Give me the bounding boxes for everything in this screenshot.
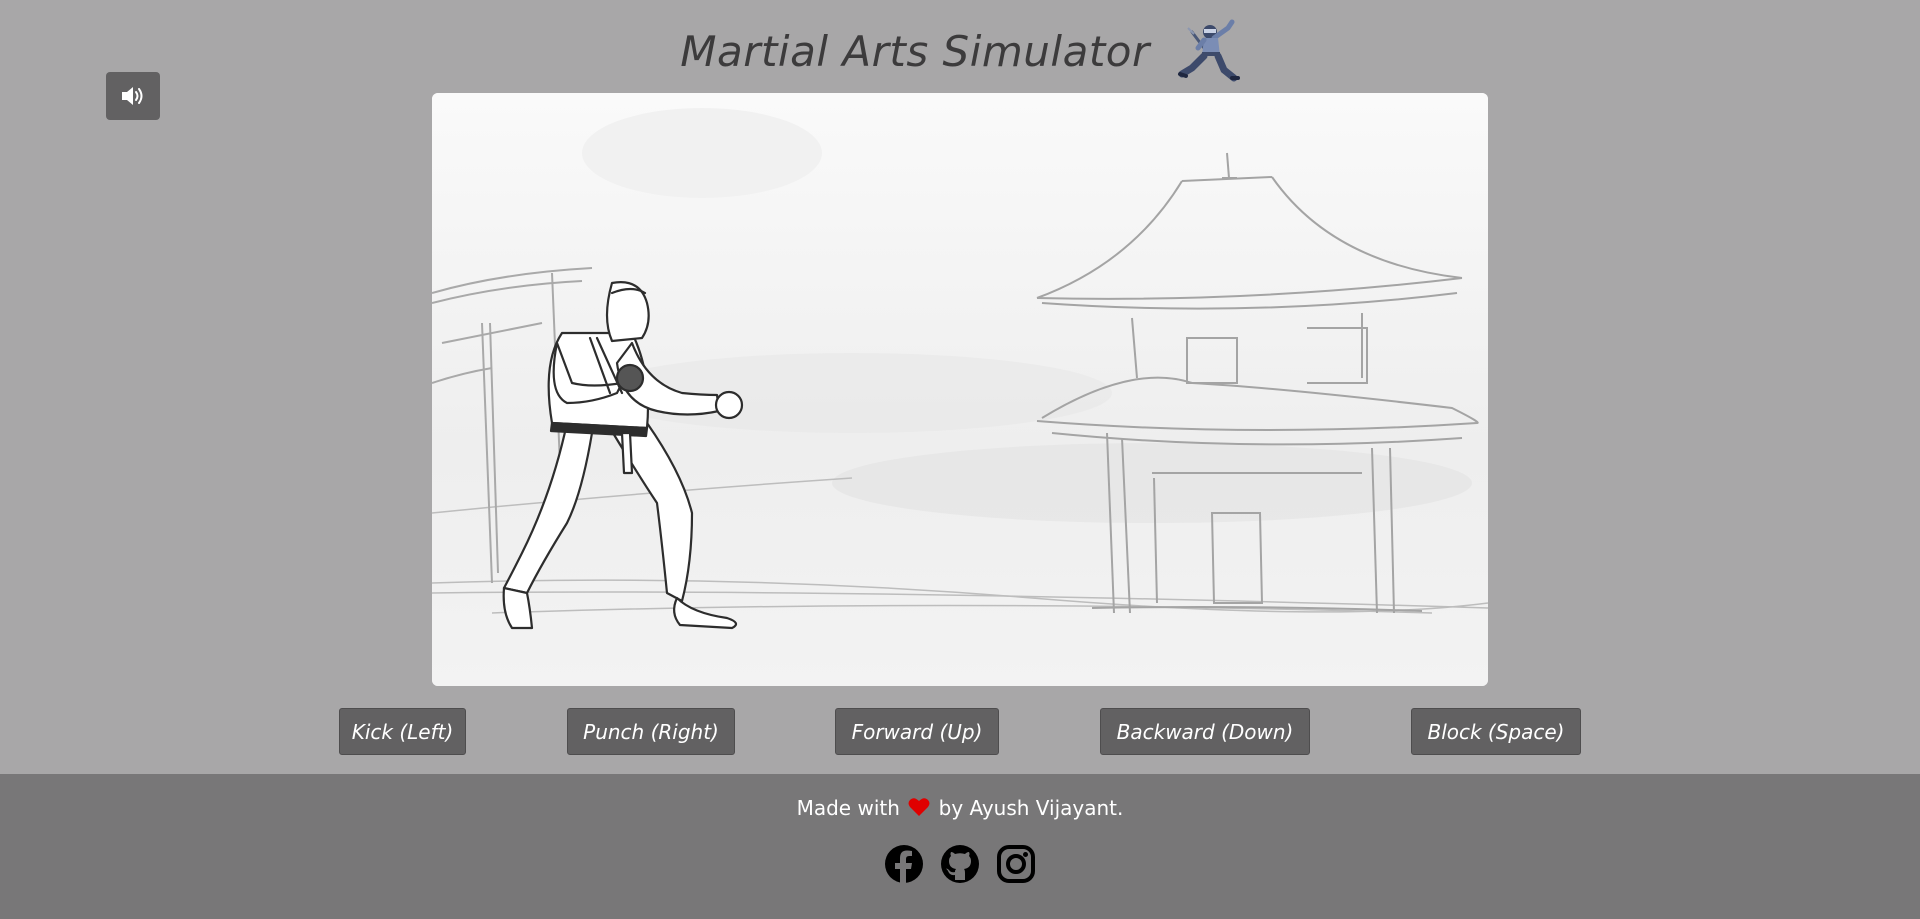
cloud-smudge bbox=[582, 108, 822, 198]
social-links bbox=[0, 844, 1920, 884]
volume-icon bbox=[122, 87, 143, 105]
forward-button[interactable]: Forward (Up) bbox=[835, 708, 999, 755]
punch-button[interactable]: Punch (Right) bbox=[567, 708, 735, 755]
facebook-icon[interactable] bbox=[884, 844, 924, 884]
kick-button[interactable]: Kick (Left) bbox=[339, 708, 466, 755]
sound-toggle-button[interactable] bbox=[106, 72, 160, 120]
heart-icon bbox=[908, 798, 930, 816]
page-title: Martial Arts Simulator bbox=[680, 26, 1150, 76]
game-scene bbox=[432, 93, 1488, 686]
made-with-prefix: Made with bbox=[796, 796, 900, 820]
block-button[interactable]: Block (Space) bbox=[1411, 708, 1581, 755]
instagram-icon[interactable] bbox=[996, 844, 1036, 884]
github-icon[interactable] bbox=[940, 844, 980, 884]
mist-smudge bbox=[832, 443, 1472, 523]
made-with-suffix: by Ayush Vijayant. bbox=[938, 796, 1124, 820]
page: Martial Arts Simulator Kick (Left) Punch… bbox=[0, 0, 1920, 919]
backward-button[interactable]: Backward (Down) bbox=[1100, 708, 1310, 755]
game-stage[interactable] bbox=[432, 93, 1488, 686]
header: Martial Arts Simulator bbox=[0, 18, 1920, 84]
made-with-text: Made with by Ayush Vijayant. bbox=[0, 796, 1920, 820]
controls-bar: Kick (Left) Punch (Right) Forward (Up) B… bbox=[0, 708, 1920, 756]
footer: Made with by Ayush Vijayant. bbox=[0, 774, 1920, 919]
ninja-logo-icon bbox=[1177, 19, 1240, 82]
